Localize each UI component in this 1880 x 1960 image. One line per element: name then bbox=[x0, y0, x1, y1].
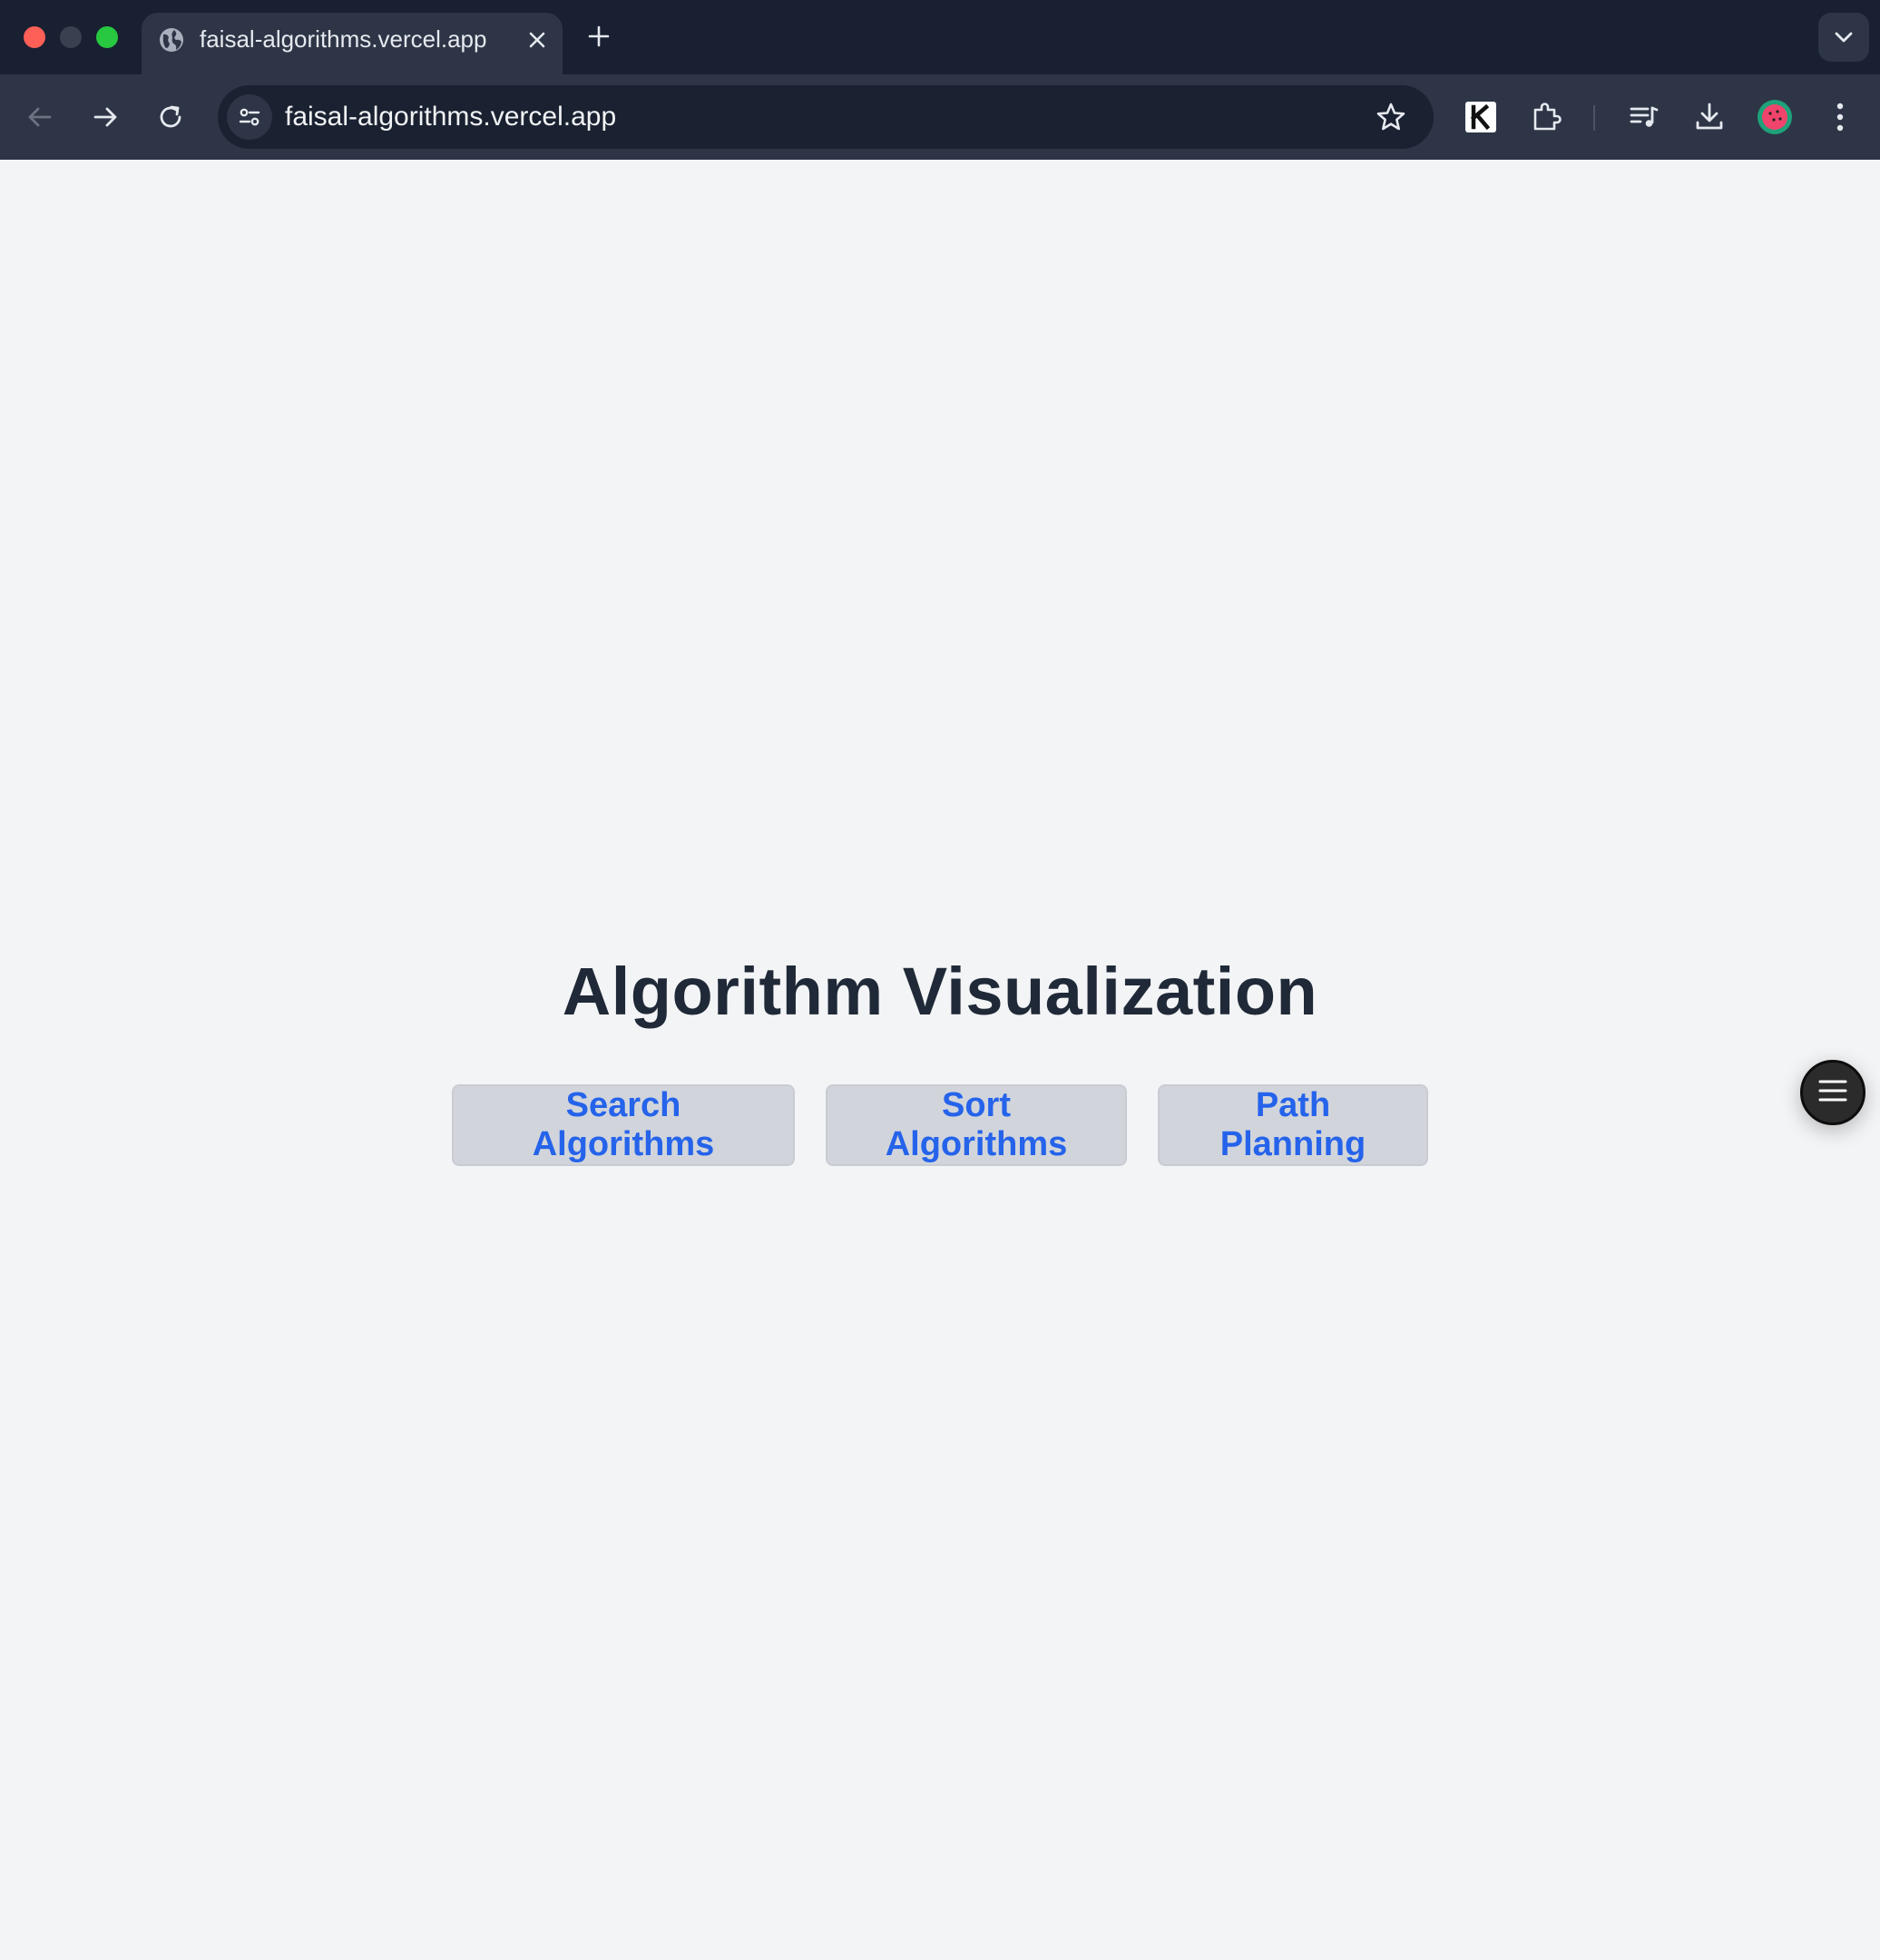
window-close-button[interactable] bbox=[24, 26, 45, 48]
profile-avatar-icon[interactable] bbox=[1753, 95, 1797, 139]
window-maximize-button[interactable] bbox=[96, 26, 118, 48]
tab-title: faisal-algorithms.vercel.app bbox=[200, 25, 487, 53]
browser-chrome: faisal-algorithms.vercel.app faisal-algo… bbox=[0, 0, 1880, 160]
star-icon[interactable] bbox=[1372, 98, 1410, 136]
toolbar-separator bbox=[1593, 105, 1595, 131]
window-minimize-button[interactable] bbox=[60, 26, 82, 48]
browser-tab[interactable]: faisal-algorithms.vercel.app bbox=[142, 13, 563, 74]
forward-arrow-icon[interactable] bbox=[83, 95, 127, 139]
sort-algorithms-button[interactable]: Sort Algorithms bbox=[826, 1084, 1127, 1166]
media-queue-icon[interactable] bbox=[1622, 95, 1666, 139]
menu-button[interactable] bbox=[1800, 1060, 1865, 1125]
page-title: Algorithm Visualization bbox=[562, 954, 1318, 1029]
hamburger-icon bbox=[1817, 1077, 1848, 1109]
download-icon[interactable] bbox=[1688, 95, 1731, 139]
chevron-down-icon[interactable] bbox=[1818, 13, 1869, 62]
search-algorithms-button[interactable]: Search Algorithms bbox=[452, 1084, 795, 1166]
plus-icon[interactable] bbox=[583, 20, 615, 53]
tab-strip: faisal-algorithms.vercel.app bbox=[0, 0, 1880, 74]
browser-toolbar: faisal-algorithms.vercel.app bbox=[0, 74, 1880, 160]
reload-icon[interactable] bbox=[149, 95, 192, 139]
globe-icon bbox=[158, 26, 185, 54]
close-icon[interactable] bbox=[521, 24, 553, 56]
back-arrow-icon[interactable] bbox=[18, 95, 62, 139]
puzzle-icon[interactable] bbox=[1524, 95, 1568, 139]
kebab-menu-icon[interactable] bbox=[1818, 95, 1862, 139]
path-planning-button[interactable]: Path Planning bbox=[1158, 1084, 1428, 1166]
site-settings-icon[interactable] bbox=[227, 94, 272, 140]
url-text: faisal-algorithms.vercel.app bbox=[285, 102, 617, 132]
k-extension-icon[interactable] bbox=[1459, 95, 1503, 139]
address-bar[interactable]: faisal-algorithms.vercel.app bbox=[218, 85, 1434, 149]
algorithm-nav: Search Algorithms Sort Algorithms Path P… bbox=[0, 1084, 1880, 1166]
